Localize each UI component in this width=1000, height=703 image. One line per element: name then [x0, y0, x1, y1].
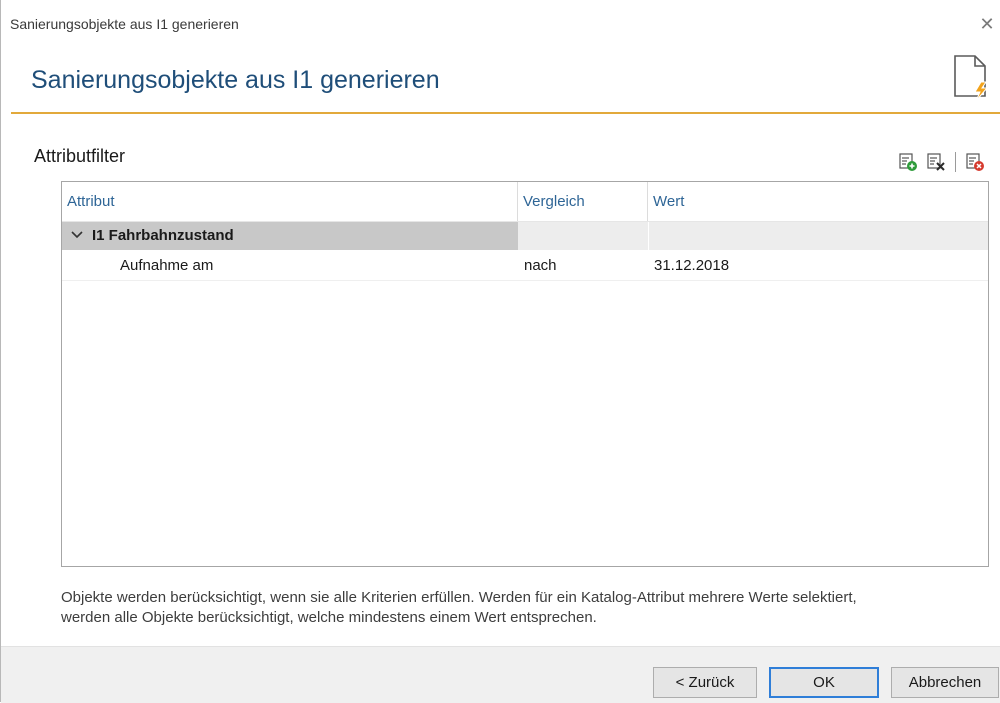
info-line-2: werden alle Objekte berücksichtigt, welc… — [61, 609, 597, 626]
cancel-button[interactable]: Abbrechen — [891, 667, 999, 698]
info-text: Objekte werden berücksichtigt, wenn sie … — [61, 588, 981, 628]
column-header-attribut[interactable]: Attribut — [62, 182, 518, 221]
section-title: Attributfilter — [34, 146, 126, 166]
grid-header: Attribut Vergleich Wert — [62, 182, 988, 222]
filter-toolbar — [897, 150, 986, 174]
close-icon[interactable]: ✕ — [977, 14, 997, 34]
back-button[interactable]: < Zurück — [653, 667, 757, 698]
chevron-down-icon[interactable] — [70, 227, 84, 243]
group-column-divider — [648, 222, 649, 250]
group-label: I1 Fahrbahnzustand — [92, 227, 234, 244]
title-bar: Sanierungsobjekte aus I1 generieren ✕ — [1, 0, 1000, 46]
remove-filter-icon — [927, 153, 945, 171]
dialog-header: Sanierungsobjekte aus I1 generieren — [1, 46, 1000, 112]
add-filter-button[interactable] — [897, 151, 919, 173]
cell-wert[interactable]: 31.12.2018 — [654, 257, 729, 274]
toolbar-separator — [955, 152, 956, 172]
remove-filter-button[interactable] — [925, 151, 947, 173]
dialog-window: Sanierungsobjekte aus I1 generieren ✕ Sa… — [0, 0, 1000, 703]
column-header-vergleich[interactable]: Vergleich — [518, 182, 648, 221]
cell-attribut: Aufnahme am — [120, 257, 214, 274]
filter-grid: Attribut Vergleich Wert I1 Fahrbahnzusta… — [61, 181, 989, 567]
column-header-wert[interactable]: Wert — [648, 182, 988, 221]
group-row[interactable]: I1 Fahrbahnzustand — [62, 222, 988, 250]
page-title: Sanierungsobjekte aus I1 generieren — [31, 66, 440, 94]
table-row[interactable]: Aufnahme am nach 31.12.2018 — [62, 250, 988, 281]
ok-button[interactable]: OK — [769, 667, 879, 698]
header-divider — [11, 112, 1000, 114]
cell-vergleich[interactable]: nach — [524, 257, 557, 274]
window-title: Sanierungsobjekte aus I1 generieren — [10, 16, 239, 32]
add-filter-icon — [899, 153, 917, 171]
delete-all-filters-icon — [966, 153, 984, 171]
info-line-1: Objekte werden berücksichtigt, wenn sie … — [61, 589, 857, 606]
delete-all-filters-button[interactable] — [964, 151, 986, 173]
dialog-footer: < Zurück OK Abbrechen — [1, 646, 1000, 703]
document-lightning-icon — [954, 55, 989, 102]
